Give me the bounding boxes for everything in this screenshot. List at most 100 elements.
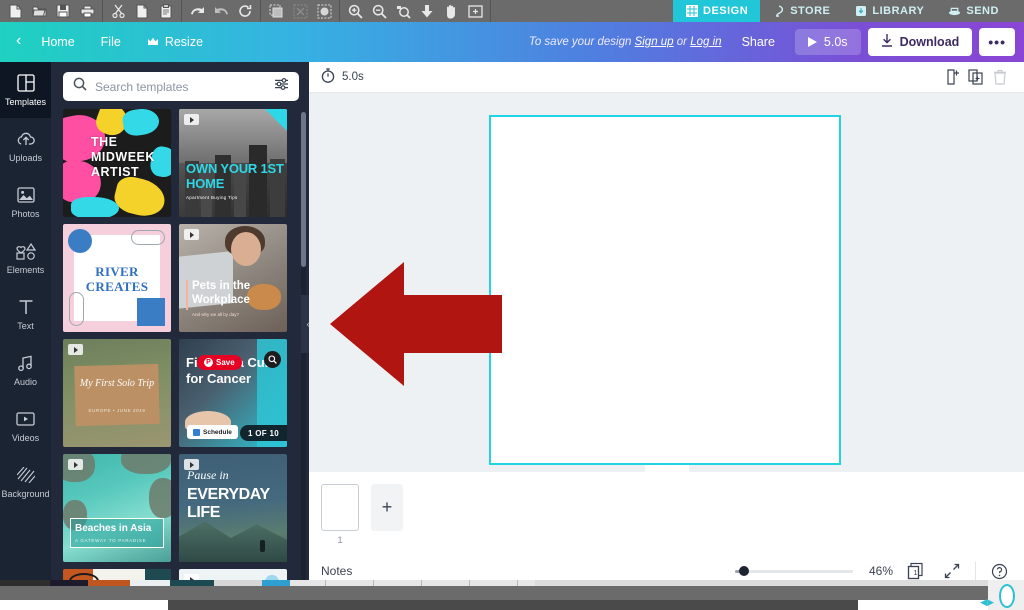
templates-icon [16,73,36,93]
filter-sliders-icon[interactable] [274,77,289,96]
invert-selection-icon[interactable] [312,1,336,21]
deselect-icon[interactable] [288,1,312,21]
search-input[interactable] [95,79,266,94]
zoom-region-icon[interactable] [391,1,415,21]
sidebar-item-photos[interactable]: Photos [0,174,51,230]
save-icon[interactable] [51,1,75,21]
sidebar-item-templates[interactable]: Templates [0,62,51,118]
header-file-button[interactable]: File [89,29,133,55]
toolbar-group-selection [261,0,340,22]
signup-link[interactable]: Sign up [635,36,674,48]
paste-icon[interactable] [154,1,178,21]
zoom-slider-knob[interactable] [739,566,749,576]
elements-icon [15,241,36,261]
zoom-slider[interactable] [735,564,853,578]
tab-store[interactable]: STORE [760,0,842,22]
select-all-icon[interactable] [264,1,288,21]
add-page-icon[interactable] [940,65,964,89]
panel-scrollbar-thumb[interactable] [301,112,306,267]
copy-icon[interactable] [130,1,154,21]
tab-design[interactable]: DESIGN [673,0,761,22]
sidebar-item-templates-label: Templates [4,97,47,107]
login-link[interactable]: Log in [690,36,721,48]
new-document-icon[interactable] [3,1,27,21]
preview-play-button[interactable]: 5.0s [794,29,861,55]
fit-to-screen-icon[interactable] [463,1,487,21]
magnify-icon[interactable] [264,351,281,368]
svg-text:1: 1 [914,570,918,577]
tab-library[interactable]: LIBRARY [842,0,936,22]
share-button[interactable]: Share [729,29,788,55]
sidebar-item-uploads[interactable]: Uploads [0,118,51,174]
notes-button[interactable]: Notes [321,564,352,578]
header-home-button[interactable]: Home [29,29,86,55]
design-canvas[interactable] [489,115,841,465]
template-card-beaches-in-asia[interactable]: Beaches in Asia A GATEWAY TO PARADISE [63,454,171,562]
send-icon [948,5,961,18]
template-card-pause-in-everyday-life[interactable]: Pause in EVERYDAY LIFE [179,454,287,562]
delete-page-icon[interactable] [988,65,1012,89]
zoom-out-icon[interactable] [367,1,391,21]
decor-shape [121,109,161,138]
crown-icon [147,35,159,49]
duplicate-page-icon[interactable] [964,65,988,89]
sidebar-item-text[interactable]: Text [0,286,51,342]
template-card-river-creates[interactable]: RIVER CREATES [63,224,171,332]
template-card-my-first-solo-trip[interactable]: My First Solo Trip EUROPE • JUNE 2019 [63,339,171,447]
sidebar-item-background-label: Background [1,489,50,499]
panel-scrollbar[interactable] [301,112,306,610]
save-notice-mid: or [673,36,691,48]
cut-icon[interactable] [106,1,130,21]
template-card-pets-in-the-workplace[interactable]: Pets in the Workplace And why we all by … [179,224,287,332]
sidebar-item-audio[interactable]: Audio [0,342,51,398]
schedule-icon [193,428,200,436]
template-title: Beaches in Asia [75,523,152,534]
template-title: Pets in the Workplace [192,280,251,306]
decor-shape [179,521,287,562]
template-card-midweek-artist[interactable]: THE MIDWEEK ARTIST [63,109,171,217]
add-page-button[interactable]: + [371,484,403,531]
header-right-group: To save your design Sign up or Log in Sh… [529,22,1024,62]
template-card-finding-a-cure-for-cancer[interactable]: Finding a Cure for Cancer P Save Schedul… [179,339,287,447]
open-folder-icon[interactable] [27,1,51,21]
bottom-bar-divider [975,562,976,580]
pan-hand-icon[interactable] [439,1,463,21]
sidebar-item-videos[interactable]: Videos [0,398,51,454]
back-button[interactable]: ‹ [10,28,27,56]
download-icon[interactable] [415,1,439,21]
stopwatch-icon [321,68,335,86]
search-box[interactable] [63,72,299,101]
header-resize-button[interactable]: Resize [135,29,215,55]
redo-icon[interactable] [209,1,233,21]
print-icon[interactable] [75,1,99,21]
download-label: Download [899,35,960,49]
pages-strip: 1 + [309,472,1024,550]
page-duration-control[interactable]: 5.0s [321,68,364,86]
background-window-bar [0,586,1024,600]
download-arrow-icon [881,34,893,50]
header-left-group: ‹ Home File Resize [0,22,215,62]
templates-grid: THE MIDWEEK ARTIST OWN YOUR 1ST HOME Apa… [51,109,309,610]
video-badge [184,229,199,240]
refresh-icon[interactable] [233,1,257,21]
pages-strip-fill [415,484,1024,485]
header-resize-label: Resize [164,35,204,49]
tab-send[interactable]: SEND [936,0,1011,22]
download-button[interactable]: Download [867,28,973,56]
page-item[interactable]: 1 [321,484,359,546]
decor-shape [111,173,169,217]
template-card-own-your-1st-home[interactable]: OWN YOUR 1ST HOME Apartment Buying Tips [179,109,287,217]
sidebar-item-background[interactable]: Background [0,454,51,510]
toolbar-group-clipboard [103,0,182,22]
background-window-bar-secondary [168,600,858,610]
zoom-in-icon[interactable] [343,1,367,21]
page-thumbnail[interactable] [321,484,359,531]
sidebar-item-elements[interactable]: Elements [0,230,51,286]
pinterest-save-button[interactable]: P Save [197,355,242,370]
decor-shape [71,197,119,217]
background-arrow-icons: ◀▶ [980,597,994,607]
undo-icon[interactable] [185,1,209,21]
schedule-button[interactable]: Schedule [187,425,238,439]
more-options-button[interactable]: ••• [979,28,1015,56]
template-script-title: Pause in [187,468,229,482]
